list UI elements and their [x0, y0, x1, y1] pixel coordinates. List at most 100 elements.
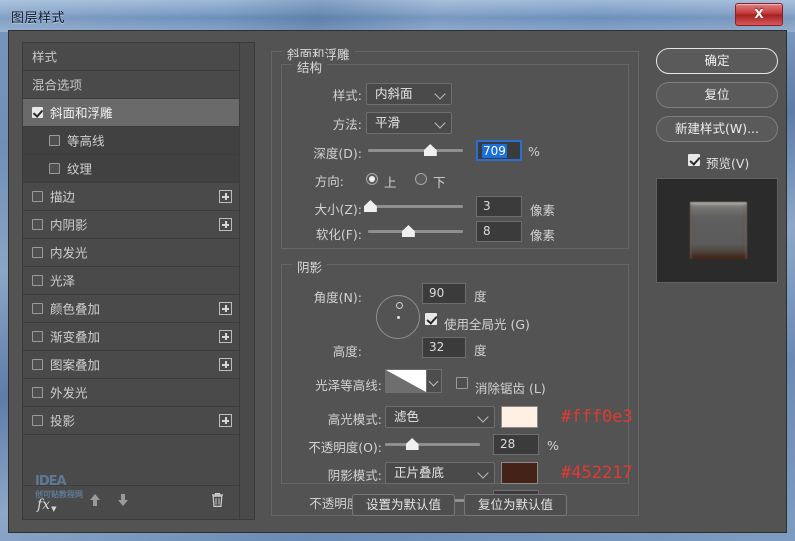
- gloss-contour-swatch[interactable]: [385, 369, 427, 393]
- size-input[interactable]: 3: [476, 196, 522, 217]
- sidebar-item-label: 内阴影: [50, 217, 88, 233]
- highlight-opacity-slider-thumb[interactable]: [405, 438, 419, 450]
- sidebar-item-3[interactable]: 等高线: [23, 127, 239, 155]
- size-label: 大小(Z):: [314, 202, 362, 217]
- sidebar-item-checkbox[interactable]: [32, 331, 43, 342]
- angle-input[interactable]: 90: [422, 283, 466, 304]
- move-down-icon[interactable]: [115, 492, 131, 511]
- sidebar-item-label: 光泽: [50, 273, 76, 289]
- chevron-down-icon: [434, 117, 446, 129]
- sidebar-item-4[interactable]: 纹理: [23, 155, 239, 183]
- antialias-checkbox[interactable]: [456, 377, 468, 389]
- preview-checkbox[interactable]: [688, 154, 700, 166]
- global-light-label: 使用全局光 (G): [444, 317, 530, 332]
- sidebar-item-checkbox[interactable]: [32, 107, 43, 118]
- window-titlebar: 图层样式 X: [0, 0, 795, 32]
- sidebar-item-8[interactable]: 光泽: [23, 267, 239, 295]
- size-slider-thumb[interactable]: [363, 200, 377, 212]
- sidebar-item-checkbox[interactable]: [32, 247, 43, 258]
- depth-input[interactable]: 709: [476, 140, 522, 161]
- sidebar-item-6[interactable]: 内阴影: [23, 211, 239, 239]
- sidebar-item-9[interactable]: 颜色叠加: [23, 295, 239, 323]
- sidebar-item-13[interactable]: 投影: [23, 407, 239, 435]
- sidebar-item-add-icon[interactable]: [219, 414, 232, 427]
- sidebar-item-0[interactable]: 样式: [23, 43, 239, 71]
- size-slider[interactable]: [363, 200, 463, 214]
- direction-up-radio[interactable]: [366, 173, 378, 185]
- move-up-icon[interactable]: [87, 492, 103, 511]
- sidebar-item-checkbox[interactable]: [32, 415, 43, 426]
- settings-panel: 斜面和浮雕 结构 样式: 内斜面 方法: 平滑 深度(D): 709 % 方向:…: [271, 42, 639, 520]
- chevron-down-icon: [428, 376, 439, 387]
- depth-slider[interactable]: [368, 144, 463, 158]
- sidebar-item-label: 内发光: [50, 245, 88, 261]
- highlight-opacity-slider[interactable]: [385, 438, 480, 452]
- sidebar-item-2[interactable]: 斜面和浮雕: [23, 99, 239, 127]
- angle-dial-marker: [396, 302, 403, 309]
- new-style-button[interactable]: 新建样式(W)...: [656, 116, 778, 142]
- styles-list-scrollbar[interactable]: [239, 43, 254, 519]
- reset-button[interactable]: 复位: [656, 82, 778, 108]
- sidebar-item-add-icon[interactable]: [219, 330, 232, 343]
- sidebar-item-checkbox[interactable]: [32, 191, 43, 202]
- preview-label: 预览(V): [706, 156, 750, 171]
- direction-down-radio[interactable]: [415, 173, 427, 185]
- sidebar-item-checkbox[interactable]: [32, 275, 43, 286]
- sidebar-item-checkbox[interactable]: [49, 163, 60, 174]
- shadow-color-swatch[interactable]: [501, 462, 538, 484]
- sidebar-item-add-icon[interactable]: [219, 302, 232, 315]
- sidebar-item-10[interactable]: 渐变叠加: [23, 323, 239, 351]
- fx-icon[interactable]: fx▼: [37, 497, 56, 513]
- set-default-button[interactable]: 设置为默认值: [352, 494, 455, 516]
- soften-slider-thumb[interactable]: [401, 225, 415, 237]
- sidebar-item-checkbox[interactable]: [32, 303, 43, 314]
- technique-select[interactable]: 平滑: [366, 112, 452, 134]
- sidebar-item-7[interactable]: 内发光: [23, 239, 239, 267]
- highlight-opacity-input[interactable]: 28: [493, 434, 539, 455]
- global-light-checkbox[interactable]: [425, 313, 437, 325]
- direction-down-label: 下: [433, 175, 446, 190]
- soften-input[interactable]: 8: [476, 221, 522, 242]
- highlight-mode-select[interactable]: 滤色: [385, 406, 495, 428]
- sidebar-item-checkbox[interactable]: [32, 219, 43, 230]
- style-select[interactable]: 内斜面: [366, 83, 452, 105]
- preview-thumbnail: [656, 178, 778, 283]
- actions-panel: 确定 复位 新建样式(W)... 预览(V): [654, 42, 779, 520]
- depth-slider-thumb[interactable]: [423, 144, 437, 156]
- shadow-mode-select[interactable]: 正片叠底: [385, 462, 495, 484]
- sidebar-item-label: 投影: [50, 413, 76, 429]
- sidebar-item-label: 描边: [50, 189, 76, 205]
- soften-unit: 像素: [530, 228, 556, 243]
- layer-style-window: 图层样式 X 样式 混合选项 斜面和浮雕 等高线 纹理描边内阴影内发光光泽颜色叠加 渐变叠…: [0, 0, 795, 541]
- soften-slider[interactable]: [368, 225, 463, 239]
- sidebar-item-11[interactable]: 图案叠加: [23, 351, 239, 379]
- sidebar-item-12[interactable]: 外发光: [23, 379, 239, 407]
- dialog-body: 样式 混合选项 斜面和浮雕 等高线 纹理描边内阴影内发光光泽颜色叠加 渐变叠加 图案叠加外发…: [8, 30, 787, 533]
- altitude-input[interactable]: 32: [422, 337, 466, 358]
- depth-label: 深度(D):: [313, 146, 362, 161]
- sidebar-item-label: 外发光: [50, 385, 88, 401]
- sidebar-item-add-icon[interactable]: [219, 218, 232, 231]
- technique-label: 方法:: [332, 117, 362, 132]
- size-unit: 像素: [530, 203, 556, 218]
- gloss-contour-dropdown[interactable]: [427, 369, 442, 393]
- sidebar-item-checkbox[interactable]: [32, 387, 43, 398]
- highlight-color-swatch[interactable]: [501, 406, 538, 428]
- close-button[interactable]: X: [735, 3, 783, 26]
- watermark-line1: IDEA: [35, 474, 67, 489]
- chevron-down-icon: [434, 88, 446, 100]
- sidebar-item-checkbox[interactable]: [32, 359, 43, 370]
- delete-icon[interactable]: [210, 492, 225, 511]
- style-label: 样式:: [332, 88, 362, 103]
- sidebar-item-5[interactable]: 描边: [23, 183, 239, 211]
- sidebar-item-add-icon[interactable]: [219, 190, 232, 203]
- chevron-down-icon: [477, 467, 489, 479]
- angle-label: 角度(N):: [313, 290, 362, 305]
- ok-button[interactable]: 确定: [656, 48, 778, 74]
- sidebar-item-1[interactable]: 混合选项: [23, 71, 239, 99]
- sidebar-item-checkbox[interactable]: [49, 135, 60, 146]
- sidebar-item-add-icon[interactable]: [219, 358, 232, 371]
- reset-default-button[interactable]: 复位为默认值: [464, 494, 567, 516]
- highlight-color-note: #fff0e3: [561, 407, 633, 427]
- shading-group: 阴影 角度(N): 90 度 使用全局光 (G) 高度: 32 度 光泽等高线:…: [281, 257, 633, 511]
